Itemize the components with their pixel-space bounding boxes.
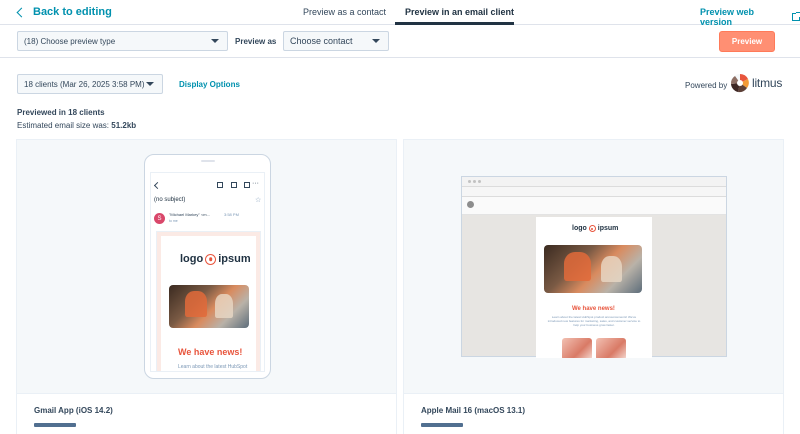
caret-down-icon	[372, 39, 380, 43]
more-icon: ···	[252, 180, 259, 187]
sender-avatar: S	[154, 213, 165, 224]
chevron-left-icon	[16, 7, 27, 17]
card-footer: Gmail App (iOS 14.2)	[17, 393, 396, 434]
hero-image	[169, 285, 249, 328]
estimated-size-value: 51.2kb	[111, 121, 137, 130]
status-bar	[421, 423, 463, 427]
logo-target-icon	[205, 253, 217, 265]
preview-type-value: (18) Choose preview type	[24, 36, 116, 46]
hero-image	[544, 245, 642, 293]
logo-word-right: ipsum	[218, 253, 251, 265]
estimated-size: Estimated email size was: 51.2kb	[17, 121, 136, 130]
powered-by-label: Powered by	[685, 81, 728, 90]
logo-target-icon	[588, 225, 596, 232]
previewed-count: Previewed in 18 clients	[17, 108, 105, 117]
preview-as-label: Preview as	[235, 37, 277, 46]
logo-word-left: logo	[572, 225, 587, 232]
feature-image	[562, 338, 592, 358]
sender-avatar	[467, 201, 474, 208]
phone-mockup: ··· (no subject) ☆ S "Michael Markey" <m…	[144, 154, 271, 379]
gmail-screen: ··· (no subject) ☆ S "Michael Markey" <m…	[150, 172, 265, 372]
litmus-logo-icon	[730, 74, 749, 93]
mail-icon	[244, 182, 250, 188]
tab-preview-as-contact[interactable]: Preview as a contact	[303, 7, 386, 17]
window-controls	[468, 180, 481, 183]
contact-select-value: Choose contact	[290, 36, 353, 46]
logo-ipsum: logo ipsum	[572, 225, 618, 232]
clients-select[interactable]: 18 clients (Mar 26, 2025 3:58 PM)	[17, 74, 163, 94]
client-name: Apple Mail 16 (macOS 13.1)	[421, 406, 526, 415]
mail-toolbar	[462, 187, 726, 197]
preview-web-version-label: Preview web version	[700, 7, 755, 27]
back-to-editing-link[interactable]: Back to editing	[16, 6, 112, 18]
caret-down-icon	[211, 39, 219, 43]
headline: We have news!	[572, 306, 615, 312]
contact-select[interactable]: Choose contact	[283, 31, 389, 51]
email-subject: (no subject)	[154, 197, 186, 203]
card-footer: Apple Mail 16 (macOS 13.1)	[404, 393, 783, 434]
display-options-link[interactable]: Display Options	[179, 80, 240, 89]
window-titlebar	[462, 177, 726, 187]
preview-button[interactable]: Preview	[719, 31, 775, 52]
preview-type-select[interactable]: (18) Choose preview type	[17, 31, 228, 51]
top-nav: Back to editing Preview as a contact Pre…	[0, 0, 800, 27]
email-body-frame: logo ipsum We have news! Learn about the…	[156, 231, 261, 371]
feature-image	[596, 338, 626, 358]
estimated-size-label: Estimated email size was:	[17, 121, 112, 130]
status-bar	[34, 423, 76, 427]
recipient-label: to me	[169, 219, 178, 223]
trash-icon	[231, 182, 237, 188]
star-icon: ☆	[255, 197, 262, 204]
external-link-icon	[792, 12, 800, 21]
back-arrow-icon	[153, 181, 162, 190]
headline: We have news!	[178, 347, 243, 357]
logo-word-right: ipsum	[597, 225, 619, 232]
mail-header	[462, 197, 726, 215]
sender-name: "Michael Markey" <m...	[169, 212, 210, 217]
logo-word-left: logo	[180, 253, 204, 265]
client-preview-card[interactable]: logo ipsum We have news! Learn about the…	[403, 139, 784, 434]
archive-icon	[217, 182, 223, 188]
email-body: logo ipsum We have news! Learn about the…	[161, 236, 256, 371]
back-to-editing-label: Back to editing	[33, 6, 112, 18]
desktop-mockup: logo ipsum We have news! Learn about the…	[461, 176, 727, 358]
caret-down-icon	[146, 82, 154, 86]
logo-ipsum: logo ipsum	[180, 253, 251, 265]
preview-web-version-link[interactable]: Preview web version	[700, 7, 800, 27]
body-text: Learn about the latest HubSpot product a…	[547, 315, 641, 327]
litmus-wordmark: litmus	[752, 76, 783, 90]
tab-preview-email-client[interactable]: Preview in an email client	[405, 7, 514, 17]
phone-speaker	[201, 160, 215, 162]
sent-time: 3:58 PM	[224, 212, 239, 217]
preview-toolbar: (18) Choose preview type Preview as Choo…	[0, 25, 800, 58]
email-body: logo ipsum We have news! Learn about the…	[536, 217, 652, 358]
clients-select-value: 18 clients (Mar 26, 2025 3:58 PM)	[24, 79, 145, 89]
client-preview-card[interactable]: ··· (no subject) ☆ S "Michael Markey" <m…	[16, 139, 397, 434]
client-name: Gmail App (iOS 14.2)	[34, 406, 113, 415]
body-text: Learn about the latest HubSpot	[178, 364, 248, 370]
